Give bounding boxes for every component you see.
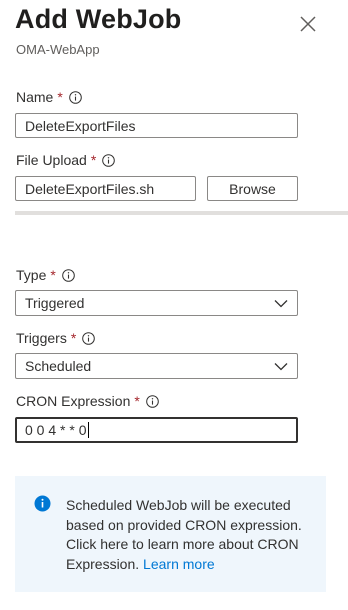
required-asterisk: * (90, 152, 97, 168)
required-asterisk: * (134, 393, 140, 409)
chevron-down-icon (274, 299, 288, 308)
type-selected-value: Triggered (25, 295, 85, 311)
type-label: Type * (16, 267, 75, 283)
chevron-down-icon (274, 362, 288, 371)
type-label-text: Type (16, 267, 47, 283)
info-icon[interactable] (102, 153, 116, 167)
panel-subtitle: OMA-WebApp (16, 42, 100, 57)
close-icon (300, 16, 316, 32)
triggers-label: Triggers * (16, 330, 96, 346)
info-icon[interactable] (82, 331, 96, 345)
info-icon[interactable] (146, 394, 159, 408)
section-divider (15, 211, 348, 215)
info-icon[interactable] (69, 90, 82, 104)
panel-title: Add WebJob (15, 4, 182, 34)
info-message-bar[interactable]: Scheduled WebJob will be executed based … (15, 476, 326, 592)
close-button[interactable] (297, 13, 319, 35)
browse-button[interactable]: Browse (207, 176, 298, 201)
file-upload-label-text: File Upload (16, 152, 87, 168)
name-label: Name * (16, 89, 82, 105)
name-input-value: DeleteExportFiles (25, 117, 136, 134)
info-message: Scheduled WebJob will be executed based … (66, 496, 316, 574)
required-asterisk: * (70, 330, 77, 346)
file-upload-value: DeleteExportFiles.sh (25, 180, 155, 197)
cron-label-text: CRON Expression (16, 393, 131, 409)
triggers-selected-value: Scheduled (25, 358, 92, 374)
cron-label: CRON Expression * (16, 393, 159, 409)
triggers-label-text: Triggers (16, 330, 67, 346)
name-input[interactable]: DeleteExportFiles (15, 113, 298, 138)
info-icon[interactable] (62, 268, 75, 282)
file-upload-input[interactable]: DeleteExportFiles.sh (15, 176, 196, 201)
name-label-text: Name (16, 89, 54, 105)
info-filled-icon (34, 495, 51, 512)
cron-input-value: 0 0 4 * * 0 (25, 422, 87, 438)
required-asterisk: * (50, 267, 56, 283)
text-caret (87, 422, 89, 438)
type-dropdown[interactable]: Triggered (15, 290, 298, 316)
learn-more-link[interactable]: Learn more (143, 556, 215, 572)
cron-expression-input[interactable]: 0 0 4 * * 0 (15, 417, 298, 443)
file-upload-label: File Upload * (16, 152, 116, 168)
triggers-dropdown[interactable]: Scheduled (15, 353, 298, 379)
required-asterisk: * (57, 89, 63, 105)
